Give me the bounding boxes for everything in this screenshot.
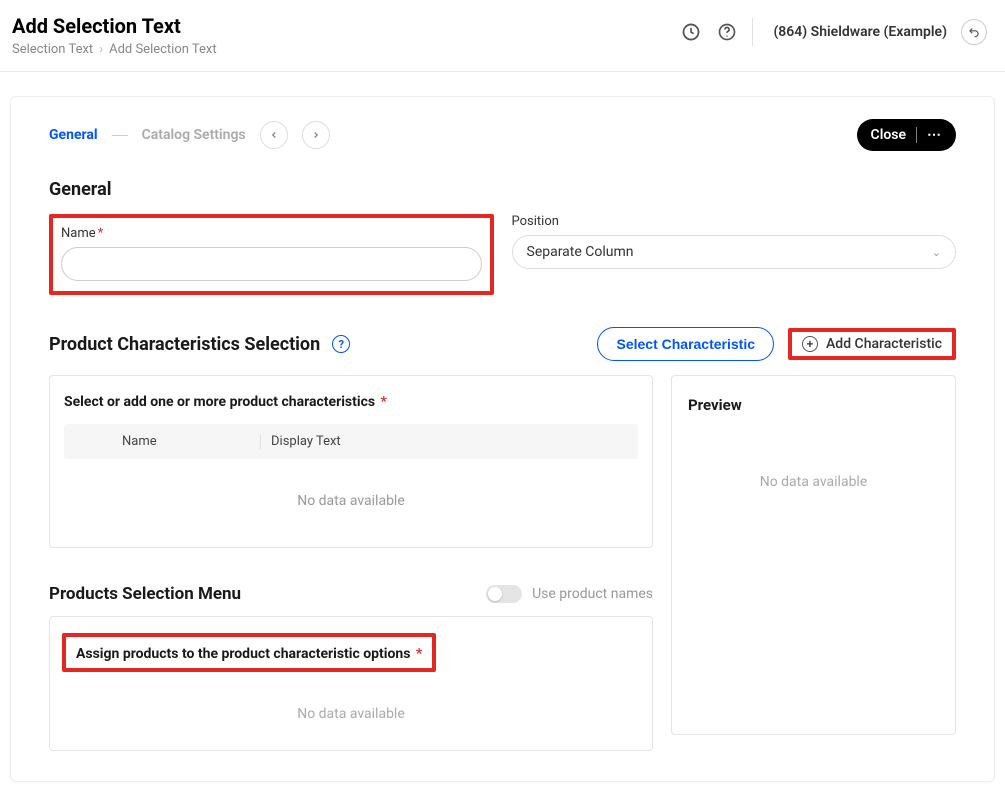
required-asterisk: * xyxy=(412,646,422,662)
tab-next-button[interactable] xyxy=(302,121,330,149)
toggle-label: Use product names xyxy=(532,586,653,602)
position-select[interactable]: Separate Column ⌄ xyxy=(512,235,957,269)
assign-products-heading: Assign products to the product character… xyxy=(76,646,422,662)
position-label: Position xyxy=(512,214,957,229)
characteristics-panel: Select or add one or more product charac… xyxy=(49,375,653,548)
tabs: General Catalog Settings xyxy=(49,121,330,149)
close-button-label: Close xyxy=(871,127,906,143)
breadcrumb-current: Add Selection Text xyxy=(109,42,217,57)
name-label: Name* xyxy=(61,226,482,241)
section-general-title: General xyxy=(49,179,956,200)
product-characteristics-title: Product Characteristics Selection xyxy=(49,334,320,355)
add-characteristic-button[interactable]: + Add Characteristic xyxy=(802,336,942,352)
required-asterisk: * xyxy=(98,226,104,241)
breadcrumb-parent[interactable]: Selection Text xyxy=(12,42,93,57)
page-title: Add Selection Text xyxy=(12,14,217,38)
characteristics-panel-heading: Select or add one or more product charac… xyxy=(64,394,638,410)
characteristics-no-data: No data available xyxy=(64,459,638,529)
header-right: (864) Shieldware (Example) xyxy=(680,14,987,46)
position-field-wrapper: Position Separate Column ⌄ xyxy=(512,214,957,269)
products-selection-title: Products Selection Menu xyxy=(49,584,241,604)
tab-prev-button[interactable] xyxy=(260,121,288,149)
plus-icon: + xyxy=(802,336,818,352)
back-icon[interactable] xyxy=(961,19,987,45)
highlight-add-characteristic: + Add Characteristic xyxy=(788,328,956,360)
add-characteristic-label: Add Characteristic xyxy=(826,336,942,352)
chevron-down-icon: ⌄ xyxy=(932,246,941,259)
close-divider xyxy=(916,127,917,143)
close-button[interactable]: Close ⋯ xyxy=(857,119,956,151)
highlight-name-field: Name* xyxy=(49,214,494,295)
characteristics-table-header: Name Display Text xyxy=(64,424,638,459)
breadcrumb-separator: › xyxy=(99,42,103,57)
main-columns: Select or add one or more product charac… xyxy=(49,375,956,751)
product-characteristics-header: Product Characteristics Selection ? Sele… xyxy=(49,327,956,361)
header-divider xyxy=(752,18,753,46)
tabs-row: General Catalog Settings Close ⋯ xyxy=(49,97,956,169)
toggle-knob xyxy=(488,587,502,601)
tab-separator xyxy=(112,135,128,136)
main-card: General Catalog Settings Close ⋯ General… xyxy=(10,96,995,782)
position-select-value: Separate Column xyxy=(527,244,634,260)
more-icon[interactable]: ⋯ xyxy=(927,127,942,143)
right-column: Preview No data available xyxy=(671,375,956,751)
use-product-names-toggle-wrap: Use product names xyxy=(486,585,653,603)
preview-panel: Preview No data available xyxy=(671,375,956,735)
account-label[interactable]: (864) Shieldware (Example) xyxy=(773,24,947,40)
preview-title: Preview xyxy=(688,396,939,414)
assign-products-panel: Assign products to the product character… xyxy=(49,616,653,751)
history-icon[interactable] xyxy=(680,21,702,43)
use-product-names-toggle[interactable] xyxy=(486,585,522,603)
th-name: Name xyxy=(80,434,260,449)
tab-general[interactable]: General xyxy=(49,127,98,143)
left-column: Select or add one or more product charac… xyxy=(49,375,653,751)
general-fields-row: Name* Position Separate Column ⌄ xyxy=(49,214,956,295)
select-characteristic-button[interactable]: Select Characteristic xyxy=(597,327,774,361)
product-characteristics-actions: Select Characteristic + Add Characterist… xyxy=(597,327,956,361)
help-icon[interactable] xyxy=(716,21,738,43)
page-header: Add Selection Text Selection Text › Add … xyxy=(0,0,1005,72)
header-left: Add Selection Text Selection Text › Add … xyxy=(12,14,217,57)
name-field-wrapper: Name* xyxy=(49,214,494,295)
highlight-assign-heading: Assign products to the product character… xyxy=(62,633,436,672)
th-display-text: Display Text xyxy=(260,434,622,449)
preview-no-data: No data available xyxy=(688,474,939,490)
help-tooltip-icon[interactable]: ? xyxy=(332,335,350,353)
assign-no-data: No data available xyxy=(62,672,640,722)
breadcrumb: Selection Text › Add Selection Text xyxy=(12,42,217,57)
name-input[interactable] xyxy=(61,247,482,281)
tab-catalog-settings[interactable]: Catalog Settings xyxy=(142,127,246,143)
products-selection-header: Products Selection Menu Use product name… xyxy=(49,584,653,604)
required-asterisk: * xyxy=(377,394,387,410)
